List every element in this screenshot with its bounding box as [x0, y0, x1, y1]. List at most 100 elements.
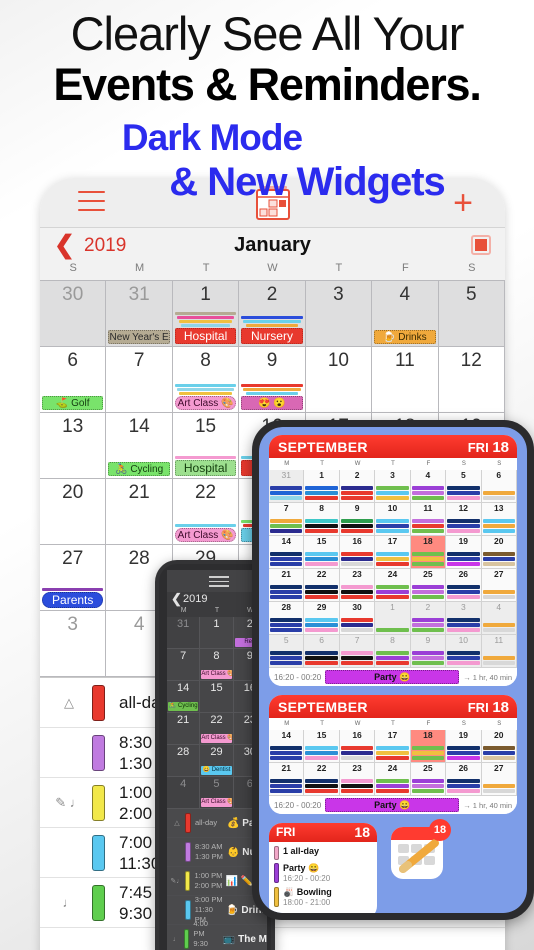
widget-day-cell[interactable]: 17 — [375, 536, 411, 569]
small-widget-item[interactable]: Party 😀 16:20 - 00:20 — [274, 863, 372, 884]
widget-day-cell[interactable]: 29 — [304, 602, 340, 635]
calendar-day-cell[interactable]: 1 Hospital — [172, 281, 240, 347]
widget-day-cell[interactable]: 23 — [339, 763, 376, 796]
widget-day-cell[interactable]: 19 — [446, 536, 482, 569]
calendar-day-cell[interactable]: 13 — [40, 413, 107, 479]
event-chip[interactable]: Hospital — [174, 328, 237, 344]
calendar-pen-app-icon[interactable]: 18 — [391, 819, 451, 879]
widget-day-cell[interactable]: 9 — [410, 635, 447, 668]
small-widget-item[interactable]: 1 all-day — [274, 846, 372, 860]
widget-day-cell[interactable]: 14 — [269, 730, 305, 763]
calendar-day-cell[interactable]: 5 Art Class 🎨 — [200, 777, 234, 809]
widget-day-cell[interactable]: 19 — [446, 730, 482, 763]
widget-day-cell[interactable]: 13 — [481, 503, 517, 536]
event-chip[interactable]: 🚴 Cycling — [168, 702, 199, 711]
widget-day-cell[interactable]: 1 — [375, 602, 411, 635]
widget-day-cell[interactable]: 21 — [269, 763, 305, 796]
widget-day-cell[interactable]: 14 — [269, 536, 305, 569]
widget-day-cell[interactable]: 26 — [446, 763, 482, 796]
event-chip[interactable]: Art Class 🎨 — [201, 734, 232, 743]
large-month-widget[interactable]: SEPTEMBER FRI 18 MTWTFSS 31 1 2 3 4 5 6 7 8 9 10 11… — [269, 435, 517, 686]
widget-day-cell[interactable]: 30 — [339, 602, 376, 635]
event-chip[interactable]: Art Class 🎨 — [174, 528, 237, 542]
calendar-day-cell[interactable]: 12 — [438, 347, 505, 413]
calendar-day-cell[interactable]: 8 Art Class 🎨 — [200, 649, 234, 681]
calendar-day-cell[interactable]: 5 — [438, 281, 505, 347]
event-chip[interactable]: 🍺 Drinks — [374, 330, 436, 344]
calendar-day-cell[interactable]: 20 — [40, 479, 107, 545]
event-chip[interactable]: Parents — [42, 592, 104, 608]
widget-day-cell[interactable]: 8 — [375, 635, 411, 668]
event-chip[interactable]: Art Class 🎨 — [174, 396, 237, 410]
calendar-day-cell[interactable]: 4 🍺 Drinks — [372, 281, 439, 347]
widget-day-cell[interactable]: 2 — [339, 470, 376, 503]
widget-day-cell[interactable]: 3 — [446, 602, 482, 635]
calendar-day-cell[interactable]: 27 Parents — [40, 545, 107, 611]
calendar-day-cell[interactable]: 8 Art Class 🎨 — [172, 347, 240, 413]
widget-day-cell[interactable]: 12 — [446, 503, 482, 536]
widget-day-cell[interactable]: 20 — [481, 730, 517, 763]
widget-day-cell[interactable]: 31 — [269, 470, 305, 503]
calendar-day-cell[interactable]: 3 — [305, 281, 373, 347]
widget-day-cell[interactable]: 11 — [410, 503, 447, 536]
widget-day-cell[interactable]: 4 — [481, 602, 517, 635]
calendar-day-cell[interactable]: 11 — [372, 347, 439, 413]
widget-day-cell[interactable]: 25 — [410, 763, 447, 796]
widget-day-cell[interactable]: 5 — [269, 635, 305, 668]
event-chip[interactable]: 🚴 Cycling — [108, 462, 170, 476]
widget-day-cell[interactable]: 16 — [339, 536, 376, 569]
calendar-day-cell[interactable]: 2 Nursery — [239, 281, 306, 347]
calendar-day-cell[interactable]: 4 — [167, 777, 201, 809]
widget-day-cell[interactable]: 5 — [446, 470, 482, 503]
widget-day-cell[interactable]: 10 — [375, 503, 411, 536]
widget-day-cell[interactable]: 18 — [410, 536, 447, 569]
hamburger-icon[interactable] — [209, 576, 229, 590]
calendar-day-cell[interactable]: 30 — [40, 281, 107, 347]
calendar-day-cell[interactable]: 31 New Year's E — [106, 281, 173, 347]
widget-day-cell[interactable]: 1 — [304, 470, 340, 503]
calendar-day-cell[interactable]: 15 Hospital — [172, 413, 240, 479]
calendar-day-cell[interactable]: 1 — [200, 617, 234, 649]
widget-day-cell[interactable]: 6 — [304, 635, 340, 668]
event-chip[interactable]: New Year's E — [108, 330, 170, 344]
widget-day-cell[interactable]: 7 — [269, 503, 305, 536]
calendar-day-cell[interactable]: 14 🚴 Cycling — [106, 413, 173, 479]
widget-day-cell[interactable]: 2 — [410, 602, 447, 635]
widget-day-cell[interactable]: 22 — [304, 763, 340, 796]
today-square-icon[interactable] — [471, 235, 491, 255]
calendar-day-cell[interactable]: 9 😍 😮 — [239, 347, 306, 413]
year-label[interactable]: 2019 — [183, 593, 207, 605]
widget-day-cell[interactable]: 26 — [446, 569, 482, 602]
widget-day-cell[interactable]: 17 — [375, 730, 411, 763]
calendar-day-cell[interactable]: 22 Art Class 🎨 — [200, 713, 234, 745]
calendar-day-cell[interactable]: 29 😀 Dentist — [200, 745, 234, 777]
widget-day-cell[interactable]: 24 — [375, 569, 411, 602]
widget-day-cell[interactable]: 10 — [446, 635, 482, 668]
widget-day-cell[interactable]: 18 — [410, 730, 447, 763]
widget-day-cell[interactable]: 7 — [339, 635, 376, 668]
calendar-day-cell[interactable]: 31 — [167, 617, 201, 649]
widget-day-cell[interactable]: 23 — [339, 569, 376, 602]
widget-day-cell[interactable]: 6 — [481, 470, 517, 503]
event-chip[interactable]: Hospital — [174, 460, 237, 476]
widget-day-cell[interactable]: 24 — [375, 763, 411, 796]
calendar-day-cell[interactable]: 22 Art Class 🎨 — [172, 479, 240, 545]
calendar-day-cell[interactable]: 28 — [167, 745, 201, 777]
widget-day-cell[interactable]: 4 — [410, 470, 447, 503]
small-widget-item[interactable]: 🎳 Bowling 18:00 - 21:00 — [274, 887, 372, 908]
calendar-day-cell[interactable]: 6 ⛳ Golf — [40, 347, 107, 413]
calendar-day-cell[interactable]: 21 — [167, 713, 201, 745]
widget-day-cell[interactable]: 28 — [269, 602, 305, 635]
medium-month-widget[interactable]: SEPTEMBER FRI 18 M T W T F S S 14 15 16 17 18 19 20 2… — [269, 695, 517, 814]
widget-day-cell[interactable]: 21 — [269, 569, 305, 602]
widget-day-cell[interactable]: 27 — [481, 569, 517, 602]
calendar-day-cell[interactable]: 14 🚴 Cycling — [167, 681, 201, 713]
event-chip[interactable]: ⛳ Golf — [42, 396, 104, 410]
calendar-day-cell[interactable]: 15 — [200, 681, 234, 713]
widget-day-cell[interactable]: 8 — [304, 503, 340, 536]
widget-day-cell[interactable]: 27 — [481, 763, 517, 796]
calendar-day-cell[interactable]: 10 — [305, 347, 373, 413]
small-day-widget[interactable]: FRI 18 1 all-day Party 😀 16:20 - 00:20 🎳 Bo… — [269, 823, 377, 913]
chevron-left-icon[interactable]: ❮ — [171, 591, 182, 607]
widget-day-cell[interactable]: 9 — [339, 503, 376, 536]
